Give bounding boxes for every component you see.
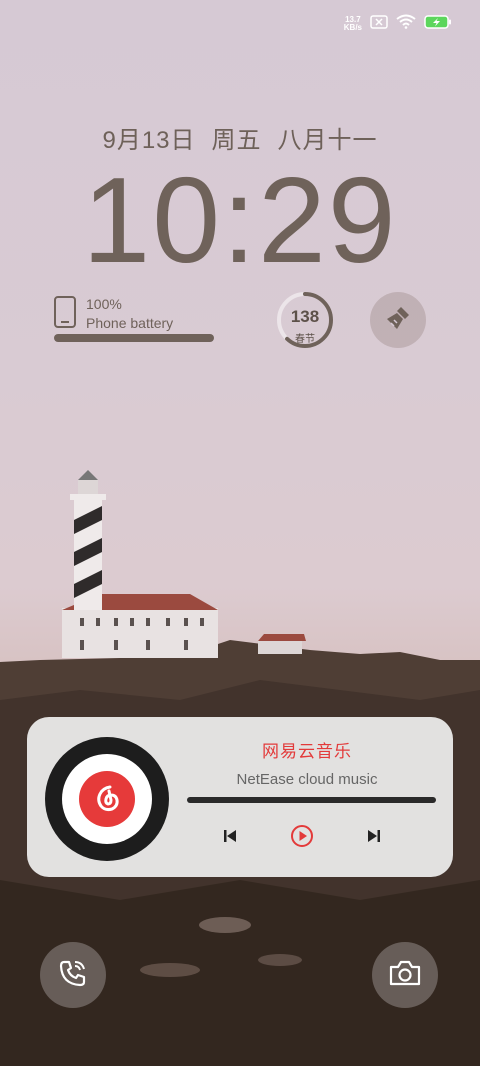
network-speed: 13.7 KB/s bbox=[344, 16, 362, 32]
music-app-name: 网易云音乐 bbox=[262, 742, 352, 761]
no-sim-icon bbox=[370, 14, 388, 34]
holiday-countdown-widget[interactable]: 138 春节 bbox=[275, 290, 335, 350]
music-progress-bar[interactable] bbox=[187, 797, 436, 803]
previous-button[interactable] bbox=[217, 825, 243, 851]
wifi-icon bbox=[396, 14, 416, 34]
phone-icon bbox=[58, 958, 88, 993]
next-button[interactable] bbox=[361, 825, 387, 851]
countdown-days: 138 bbox=[290, 307, 320, 326]
battery-label: Phone battery bbox=[86, 315, 174, 331]
music-track-title: NetEase cloud music bbox=[236, 771, 378, 788]
battery-level-bar bbox=[54, 334, 214, 342]
previous-icon bbox=[223, 829, 237, 848]
play-button[interactable] bbox=[289, 824, 315, 852]
battery-level-fill bbox=[54, 334, 214, 342]
lockscreen-clock: 10:29 bbox=[82, 152, 398, 288]
album-disc[interactable] bbox=[45, 737, 169, 861]
clean-button[interactable] bbox=[370, 292, 426, 348]
netease-music-logo-icon bbox=[79, 771, 135, 827]
phone-battery-icon bbox=[54, 296, 76, 328]
network-speed-unit: KB/s bbox=[343, 23, 362, 32]
battery-percent: 100% bbox=[86, 296, 122, 312]
countdown-event: 春节 bbox=[295, 334, 315, 345]
camera-icon bbox=[388, 959, 422, 992]
phone-shortcut-button[interactable] bbox=[40, 942, 106, 1008]
status-bar: 13.7 KB/s bbox=[344, 14, 452, 34]
broom-icon bbox=[385, 305, 411, 336]
next-icon bbox=[367, 829, 381, 848]
play-icon bbox=[291, 824, 313, 852]
camera-shortcut-button[interactable] bbox=[372, 942, 438, 1008]
album-disc-center bbox=[62, 754, 152, 844]
music-player-card[interactable]: 网易云音乐 NetEase cloud music bbox=[27, 717, 453, 877]
battery-widget[interactable]: 100% Phone battery bbox=[54, 296, 214, 346]
battery-charging-icon bbox=[424, 14, 452, 34]
music-controls bbox=[217, 824, 387, 852]
